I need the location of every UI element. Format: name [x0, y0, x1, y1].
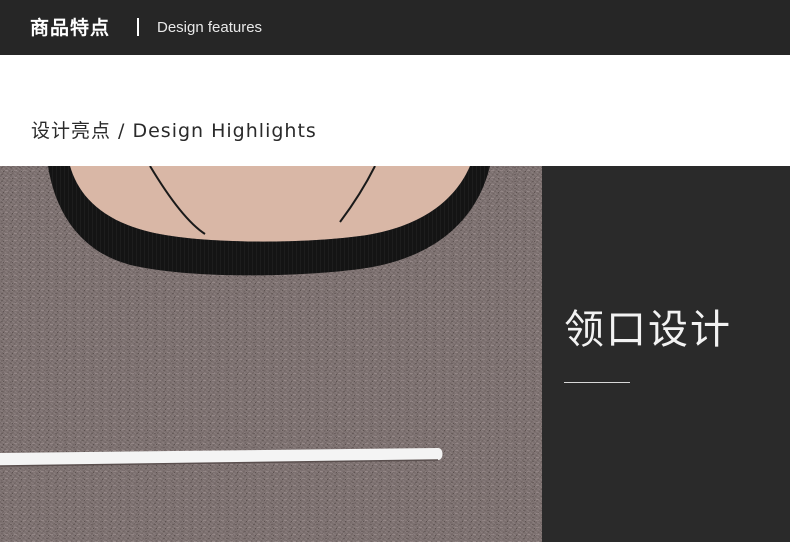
header-title: 商品特点: [30, 17, 111, 39]
bottom-strip: [0, 542, 790, 549]
header-bar: 商品特点 Design features: [0, 0, 790, 55]
feature-title: 领口设计: [564, 307, 732, 353]
feature-panel: 领口设计: [542, 166, 790, 542]
header-divider: [137, 18, 139, 36]
feature-rule: [564, 382, 630, 383]
product-photo-collar: [0, 166, 542, 542]
header-subtitle: Design features: [157, 19, 263, 36]
collar-illustration: [0, 166, 542, 542]
section-heading: 设计亮点 / Design Highlights: [31, 120, 317, 142]
